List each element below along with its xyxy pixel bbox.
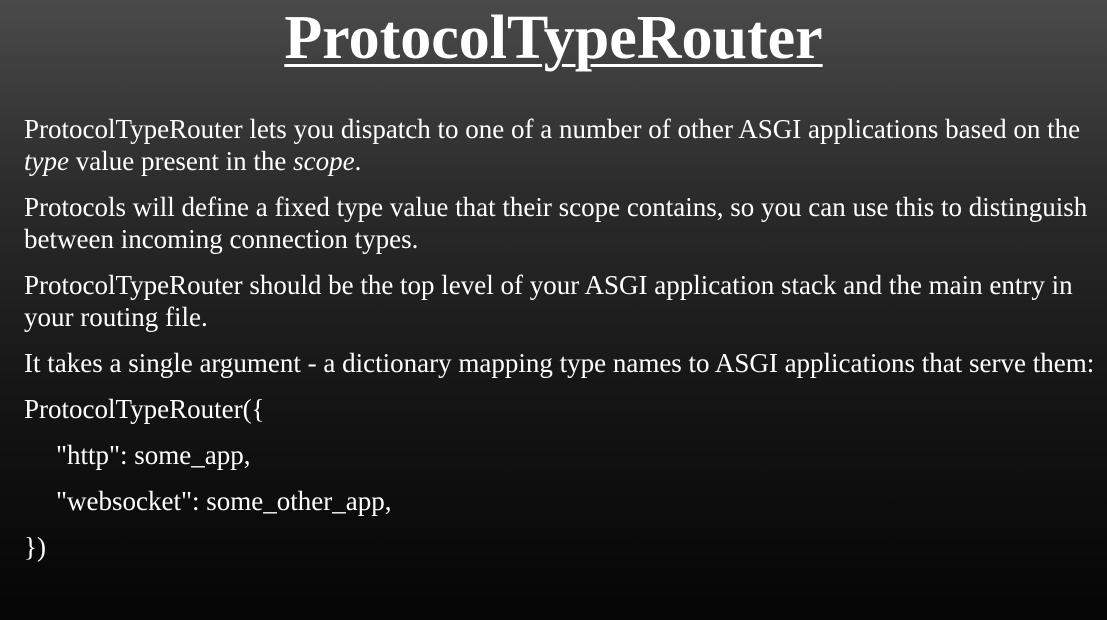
paragraph-intro: ProtocolTypeRouter lets you dispatch to …: [24, 113, 1099, 177]
code-line-open: ProtocolTypeRouter({: [24, 394, 265, 424]
paragraph-intro-text-2: value present in the: [68, 146, 294, 176]
code-line-http: "http": some_app,: [56, 440, 251, 470]
slide-title: ProtocolTypeRouter: [284, 4, 823, 72]
paragraph-intro-emphasis-scope: scope: [293, 146, 355, 176]
slide-body: ProtocolTypeRouter lets you dispatch to …: [24, 113, 1099, 577]
paragraph-protocols: Protocols will define a fixed type value…: [24, 192, 1088, 254]
paragraph-intro-text-3: .: [354, 146, 362, 176]
paragraph-intro-emphasis-type: type: [24, 146, 69, 176]
code-line-close: }): [24, 532, 46, 562]
paragraph-intro-text-1: ProtocolTypeRouter lets you dispatch to …: [24, 114, 1081, 144]
slide: ProtocolTypeRouter ProtocolTypeRouter le…: [0, 0, 1107, 620]
paragraph-top-level: ProtocolTypeRouter should be the top lev…: [24, 270, 1073, 332]
paragraph-argument: It takes a single argument - a dictionar…: [24, 348, 1095, 378]
code-line-websocket: "websocket": some_other_app,: [56, 486, 392, 516]
